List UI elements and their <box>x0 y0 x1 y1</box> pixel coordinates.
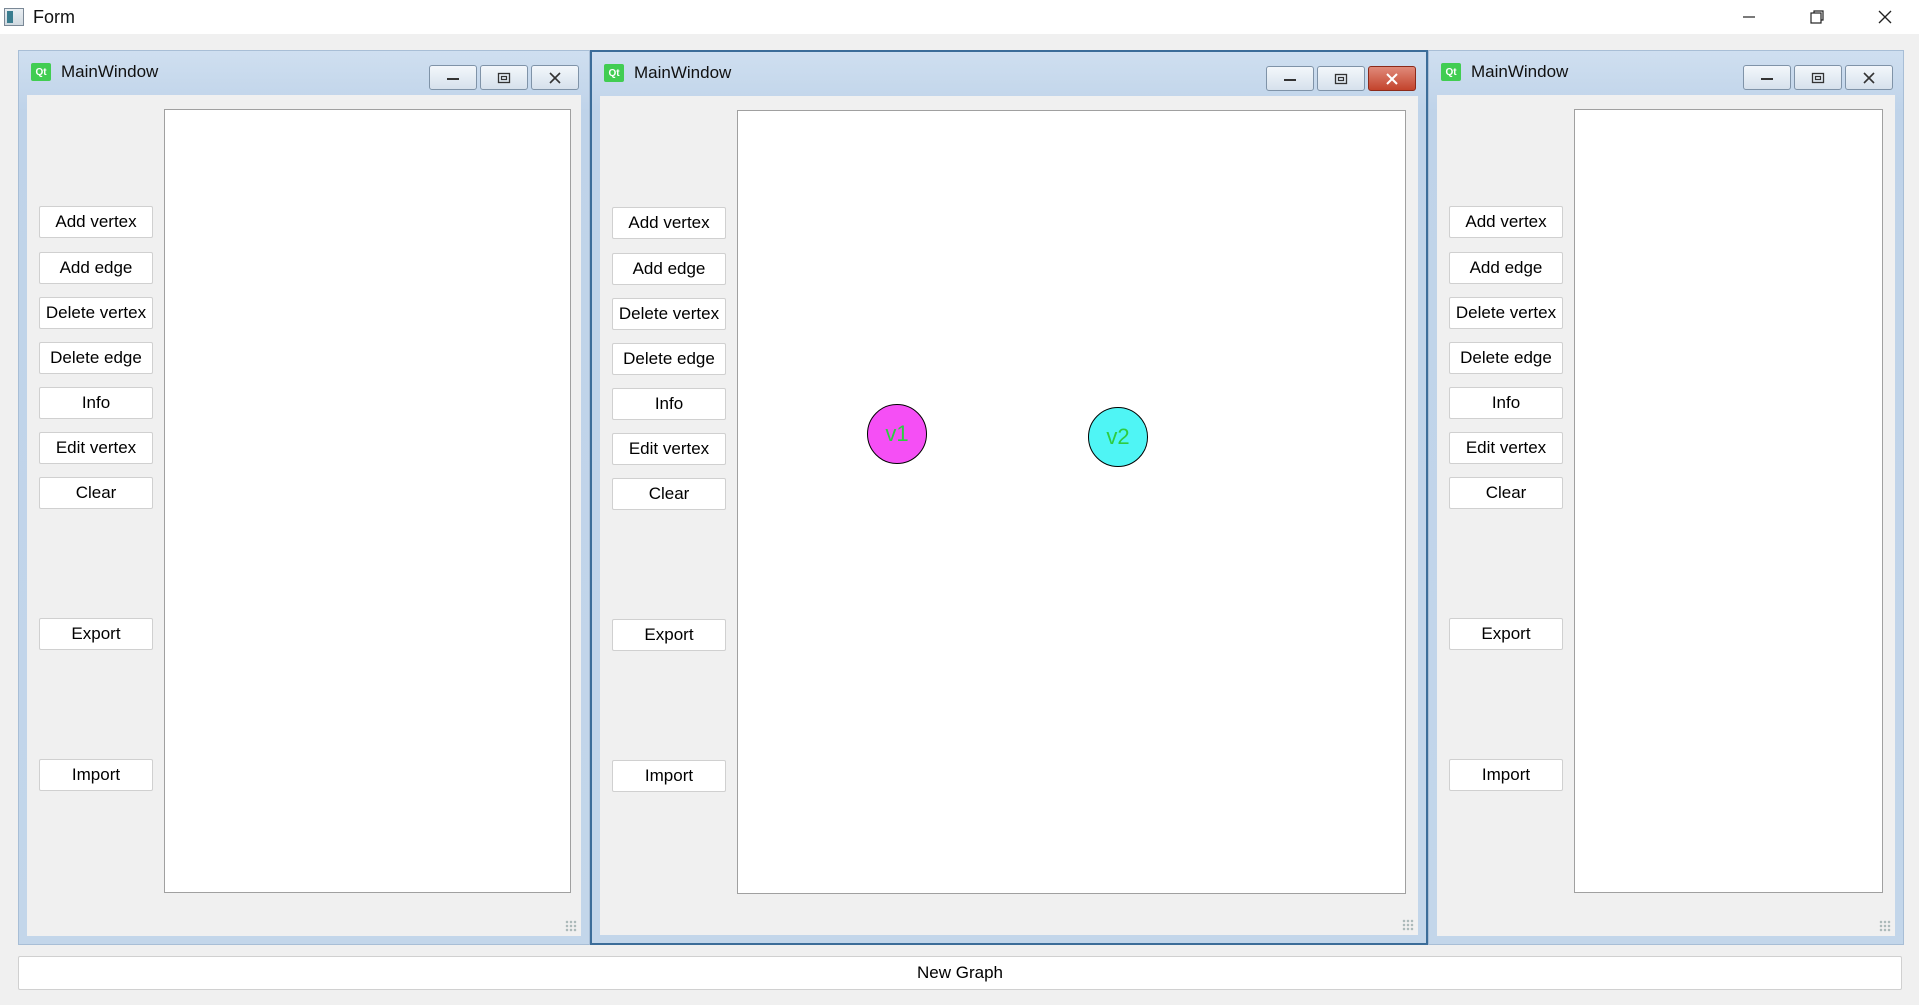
graph-vertex[interactable]: v1 <box>867 404 927 464</box>
minimize-icon <box>1761 77 1773 80</box>
form-app-icon <box>4 8 24 26</box>
mdi-maximize-button[interactable] <box>480 65 528 90</box>
resize-grip[interactable] <box>1402 919 1414 931</box>
maximize-icon <box>497 72 511 83</box>
mdi-close-button[interactable] <box>1845 65 1893 90</box>
mdi-window-controls <box>429 65 579 90</box>
qt-logo-icon: Qt <box>1441 63 1461 81</box>
delete-edge-button[interactable]: Delete edge <box>39 342 153 374</box>
graph-canvas[interactable] <box>1574 109 1883 893</box>
restore-icon <box>1810 10 1824 24</box>
delete-vertex-button[interactable]: Delete vertex <box>39 297 153 329</box>
app-title: Form <box>33 6 75 27</box>
add-edge-button[interactable]: Add edge <box>39 252 153 284</box>
resize-grip[interactable] <box>565 920 577 932</box>
mdi-close-button[interactable] <box>1368 66 1416 91</box>
export-button[interactable]: Export <box>612 619 726 651</box>
import-button[interactable]: Import <box>1449 759 1563 791</box>
clear-button[interactable]: Clear <box>612 478 726 510</box>
minimize-button[interactable] <box>1715 0 1783 34</box>
mdi-minimize-button[interactable] <box>429 65 477 90</box>
vertex-label: v2 <box>1106 424 1130 449</box>
minimize-icon <box>1743 16 1755 18</box>
qt-logo-icon: Qt <box>31 63 51 81</box>
import-button[interactable]: Import <box>39 759 153 791</box>
mdi-window-body: Add vertex Add edge Delete vertex Delete… <box>27 95 581 936</box>
new-graph-button[interactable]: New Graph <box>18 956 1902 990</box>
mdi-maximize-button[interactable] <box>1794 65 1842 90</box>
close-icon <box>1878 10 1892 24</box>
mdi-window-title: MainWindow <box>1471 62 1569 81</box>
mdi-maximize-button[interactable] <box>1317 66 1365 91</box>
edit-vertex-button[interactable]: Edit vertex <box>39 432 153 464</box>
graph-vertex[interactable]: v2 <box>1088 407 1148 467</box>
mdi-window-1[interactable]: Qt MainWindow Add vertex Add edge Delete… <box>18 50 590 945</box>
mdi-titlebar[interactable]: Qt MainWindow <box>19 51 589 93</box>
clear-button[interactable]: Clear <box>1449 477 1563 509</box>
add-vertex-button[interactable]: Add vertex <box>1449 206 1563 238</box>
delete-edge-button[interactable]: Delete edge <box>1449 342 1563 374</box>
mdi-titlebar[interactable]: Qt MainWindow <box>592 52 1426 94</box>
mdi-close-button[interactable] <box>531 65 579 90</box>
mdi-window-controls <box>1266 66 1416 91</box>
info-button[interactable]: Info <box>612 388 726 420</box>
export-button[interactable]: Export <box>39 618 153 650</box>
qt-logo-icon: Qt <box>604 64 624 82</box>
mdi-window-body: Add vertex Add edge Delete vertex Delete… <box>600 96 1418 935</box>
mdi-window-3[interactable]: Qt MainWindow Add vertex Add edge Delete… <box>1428 50 1904 945</box>
delete-vertex-button[interactable]: Delete vertex <box>1449 297 1563 329</box>
maximize-icon <box>1811 72 1825 83</box>
add-vertex-button[interactable]: Add vertex <box>612 207 726 239</box>
mdi-minimize-button[interactable] <box>1743 65 1791 90</box>
minimize-icon <box>1284 78 1296 81</box>
close-icon <box>1386 72 1398 85</box>
mdi-window-title: MainWindow <box>61 62 159 81</box>
mdi-window-body: Add vertex Add edge Delete vertex Delete… <box>1437 95 1895 936</box>
restore-button[interactable] <box>1783 0 1851 34</box>
import-button[interactable]: Import <box>612 760 726 792</box>
mdi-titlebar[interactable]: Qt MainWindow <box>1429 51 1903 93</box>
resize-grip[interactable] <box>1879 920 1891 932</box>
edit-vertex-button[interactable]: Edit vertex <box>612 433 726 465</box>
mdi-window-title: MainWindow <box>634 63 732 82</box>
graph-canvas[interactable] <box>164 109 571 893</box>
clear-button[interactable]: Clear <box>39 477 153 509</box>
maximize-icon <box>1334 73 1348 84</box>
vertex-label: v1 <box>885 421 909 446</box>
app-window-controls <box>1715 0 1919 34</box>
close-button[interactable] <box>1851 0 1919 34</box>
delete-edge-button[interactable]: Delete edge <box>612 343 726 375</box>
add-vertex-button[interactable]: Add vertex <box>39 206 153 238</box>
close-icon <box>549 71 561 84</box>
close-icon <box>1863 71 1875 84</box>
minimize-icon <box>447 77 459 80</box>
delete-vertex-button[interactable]: Delete vertex <box>612 298 726 330</box>
graph-canvas[interactable]: v1 v2 <box>737 110 1406 894</box>
app-titlebar: Form <box>0 0 1919 34</box>
export-button[interactable]: Export <box>1449 618 1563 650</box>
mdi-minimize-button[interactable] <box>1266 66 1314 91</box>
info-button[interactable]: Info <box>39 387 153 419</box>
add-edge-button[interactable]: Add edge <box>1449 252 1563 284</box>
mdi-window-controls <box>1743 65 1893 90</box>
add-edge-button[interactable]: Add edge <box>612 253 726 285</box>
info-button[interactable]: Info <box>1449 387 1563 419</box>
edit-vertex-button[interactable]: Edit vertex <box>1449 432 1563 464</box>
mdi-window-2[interactable]: Qt MainWindow Add vertex Add edge Delete… <box>590 50 1428 945</box>
